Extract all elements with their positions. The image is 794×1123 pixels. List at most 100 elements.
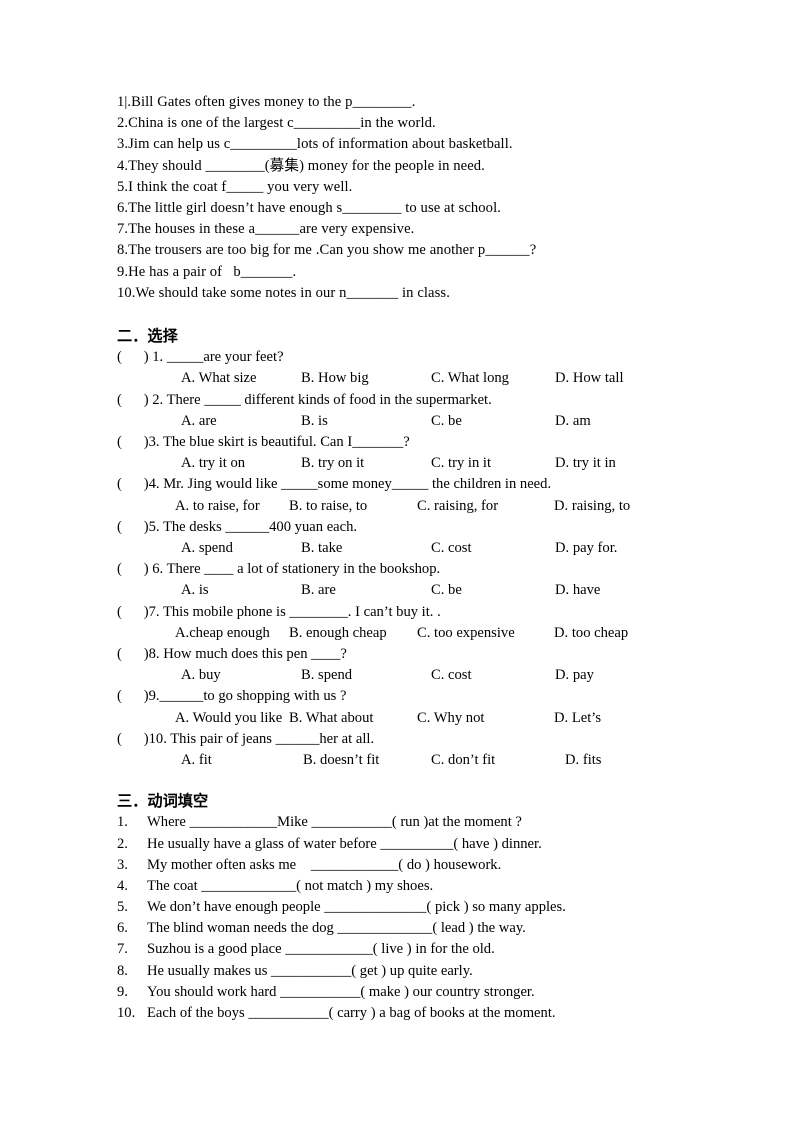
section-heading-verb-filling: 三．动词填空 <box>117 793 209 811</box>
mc-option-a[interactable]: A. Would you like <box>175 708 282 729</box>
document-body: 1|.Bill Gates often gives money to the p… <box>117 92 717 1024</box>
mc-option-row: A. buy B. spend C. cost D. pay <box>117 665 717 686</box>
item-text: Each of the boys ___________( carry ) a … <box>147 1005 556 1022</box>
verb-filling-item: 6. The blind woman needs the dog _______… <box>117 918 717 939</box>
item-number: 3. <box>117 856 128 873</box>
mc-option-d[interactable]: D. raising, to <box>554 496 630 517</box>
mc-option-c[interactable]: C. raising, for <box>417 496 498 517</box>
item-number: 2. <box>117 835 128 852</box>
mc-option-b[interactable]: B. to raise, to <box>289 496 367 517</box>
mc-option-a[interactable]: A. What size <box>181 368 257 389</box>
mc-option-row: A.cheap enough B. enough cheap C. too ex… <box>117 623 717 644</box>
item-text: Where ____________Mike ___________( run … <box>147 814 522 831</box>
mc-question-stem: ( )3. The blue skirt is beautiful. Can I… <box>117 434 410 451</box>
word-completion-item: 10.We should take some notes in our n___… <box>117 284 450 301</box>
mc-option-c[interactable]: C. don’t fit <box>431 750 495 771</box>
mc-option-b[interactable]: B. take <box>301 538 342 559</box>
verb-filling-item: 9. You should work hard ___________( mak… <box>117 982 717 1003</box>
item-number: 6. <box>117 920 128 937</box>
mc-question-stem: ( )9.______to go shopping with us ? <box>117 688 347 705</box>
word-completion-item: 7.The houses in these a______are very ex… <box>117 221 415 238</box>
section-word-completion: 1|.Bill Gates often gives money to the p… <box>117 92 717 304</box>
mc-option-b[interactable]: B. are <box>301 580 336 601</box>
verb-filling-item: 2. He usually have a glass of water befo… <box>117 834 717 855</box>
word-completion-item: 9.He has a pair of b_______. <box>117 263 297 280</box>
item-text: My mother often asks me ____________( do… <box>147 856 502 873</box>
mc-option-d[interactable]: D. pay for. <box>555 538 617 559</box>
mc-option-b[interactable]: B. What about <box>289 708 373 729</box>
mc-question-stem: ( )4. Mr. Jing would like _____some mone… <box>117 476 552 493</box>
verb-filling-item: 5. We don’t have enough people _________… <box>117 897 717 918</box>
item-text: The blind woman needs the dog __________… <box>147 920 526 937</box>
mc-option-b[interactable]: B. spend <box>301 665 352 686</box>
item-number: 1. <box>117 814 128 831</box>
mc-option-c[interactable]: C. try in it <box>431 453 491 474</box>
mc-option-c[interactable]: C. cost <box>431 665 472 686</box>
mc-option-row: A. spend B. take C. cost D. pay for. <box>117 538 717 559</box>
mc-option-row: A. to raise, for B. to raise, to C. rais… <box>117 496 717 517</box>
mc-question-stem: ( ) 2. There _____ different kinds of fo… <box>117 391 492 408</box>
mc-question-stem: ( )8. How much does this pen ____? <box>117 645 347 662</box>
word-completion-item: 6.The little girl doesn’t have enough s_… <box>117 200 501 217</box>
verb-filling-item: 8. He usually makes us ___________( get … <box>117 961 717 982</box>
mc-option-c[interactable]: C. What long <box>431 368 509 389</box>
verb-filling-item: 7. Suzhou is a good place ____________( … <box>117 939 717 960</box>
item-text: You should work hard ___________( make )… <box>147 983 535 1000</box>
word-completion-item: 5.I think the coat f_____ you very well. <box>117 178 353 195</box>
mc-option-c[interactable]: C. be <box>431 411 462 432</box>
mc-option-a[interactable]: A. fit <box>181 750 212 771</box>
mc-option-d[interactable]: D. have <box>555 580 600 601</box>
word-completion-item: 3.Jim can help us c_________lots of info… <box>117 136 513 153</box>
mc-option-a[interactable]: A. are <box>181 411 217 432</box>
mc-option-row: A. are B. is C. be D. am <box>117 411 717 432</box>
verb-filling-item: 10. Each of the boys ___________( carry … <box>117 1003 717 1024</box>
item-number: 8. <box>117 962 128 979</box>
mc-option-d[interactable]: D. Let’s <box>554 708 601 729</box>
mc-option-c[interactable]: C. cost <box>431 538 472 559</box>
verb-filling-item: 3. My mother often asks me ____________(… <box>117 855 717 876</box>
mc-question-stem: ( ) 1. _____are your feet? <box>117 349 284 366</box>
item-number: 10. <box>117 1005 136 1022</box>
item-text: We don’t have enough people ____________… <box>147 899 566 916</box>
section-verb-filling: 1. Where ____________Mike ___________( r… <box>117 812 717 1024</box>
item-number: 9. <box>117 983 128 1000</box>
section-heading-choice: 二．选择 <box>117 328 178 346</box>
mc-option-d[interactable]: D. pay <box>555 665 594 686</box>
mc-option-d[interactable]: D. How tall <box>555 368 624 389</box>
mc-option-b[interactable]: B. is <box>301 411 328 432</box>
item-number: 7. <box>117 941 128 958</box>
mc-option-b[interactable]: B. enough cheap <box>289 623 387 644</box>
mc-option-row: A. try it on B. try on it C. try in it D… <box>117 453 717 474</box>
mc-option-a[interactable]: A.cheap enough <box>175 623 270 644</box>
word-completion-item: 2.China is one of the largest c_________… <box>117 115 436 132</box>
mc-option-c[interactable]: C. too expensive <box>417 623 515 644</box>
mc-option-row: A. Would you like B. What about C. Why n… <box>117 708 717 729</box>
item-number: 5. <box>117 899 128 916</box>
mc-question-stem: ( )5. The desks ______400 yuan each. <box>117 518 358 535</box>
verb-filling-item: 1. Where ____________Mike ___________( r… <box>117 812 717 833</box>
mc-option-a[interactable]: A. buy <box>181 665 221 686</box>
mc-option-c[interactable]: C. Why not <box>417 708 484 729</box>
mc-option-a[interactable]: A. is <box>181 580 209 601</box>
mc-option-row: A. is B. are C. be D. have <box>117 580 717 601</box>
section-multiple-choice: ( ) 1. _____are your feet? A. What size … <box>117 347 717 771</box>
mc-option-d[interactable]: D. am <box>555 411 591 432</box>
mc-option-d[interactable]: D. try it in <box>555 453 616 474</box>
item-text: Suzhou is a good place ____________( liv… <box>147 941 495 958</box>
mc-option-row: A. What size B. How big C. What long D. … <box>117 368 717 389</box>
mc-option-a[interactable]: A. try it on <box>181 453 245 474</box>
mc-option-a[interactable]: A. to raise, for <box>175 496 260 517</box>
mc-option-a[interactable]: A. spend <box>181 538 233 559</box>
item-text: He usually have a glass of water before … <box>147 835 542 852</box>
item-text: The coat _____________( not match ) my s… <box>147 877 434 894</box>
mc-option-b[interactable]: B. try on it <box>301 453 364 474</box>
verb-filling-item: 4. The coat _____________( not match ) m… <box>117 876 717 897</box>
mc-option-c[interactable]: C. be <box>431 580 462 601</box>
mc-option-b[interactable]: B. How big <box>301 368 369 389</box>
mc-option-d[interactable]: D. fits <box>565 750 601 771</box>
mc-option-b[interactable]: B. doesn’t fit <box>303 750 379 771</box>
word-completion-item: 8.The trousers are too big for me .Can y… <box>117 242 537 259</box>
mc-question-stem: ( )7. This mobile phone is ________. I c… <box>117 603 441 620</box>
worksheet-page: 1|.Bill Gates often gives money to the p… <box>0 0 794 1123</box>
mc-option-d[interactable]: D. too cheap <box>554 623 628 644</box>
